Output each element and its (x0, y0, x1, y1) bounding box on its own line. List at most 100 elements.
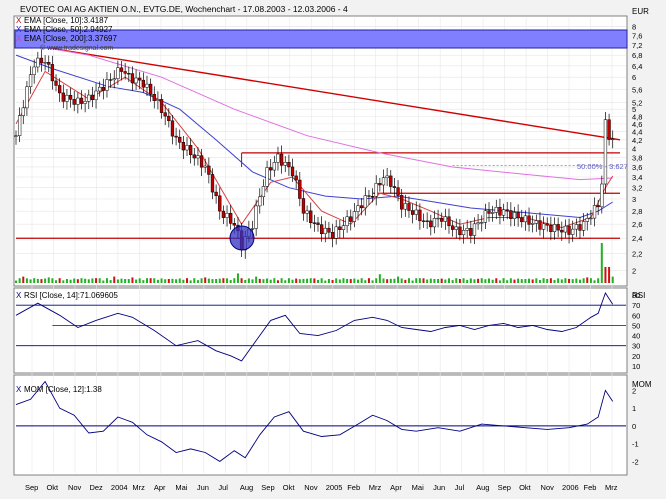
candle-body (72, 99, 76, 105)
candle-body (585, 218, 589, 222)
low-highlight-circle[interactable] (229, 225, 255, 251)
candle-body (363, 195, 367, 209)
candle-body (360, 205, 364, 209)
candle-body (43, 62, 47, 64)
fib-annotation: 50.00% - 3.627 (577, 162, 628, 171)
rsi-tick-label: 30 (632, 342, 640, 351)
volume-bar (506, 280, 509, 283)
volume-bar (102, 280, 105, 283)
volume-bar (353, 278, 356, 283)
volume-bar (255, 276, 258, 283)
price-tick-label: 4,4 (632, 128, 642, 137)
legend-ema200-marker[interactable]: X (16, 34, 22, 43)
mom-panel[interactable] (13, 374, 628, 476)
volume-bar (51, 278, 54, 283)
rsi-panel[interactable] (13, 287, 628, 374)
volume-bar (407, 278, 410, 283)
mom-marker[interactable]: X (16, 385, 22, 394)
volume-bar (378, 274, 381, 283)
time-tick-label: Dez (89, 483, 103, 492)
volume-bar (18, 278, 21, 283)
candle-body (378, 183, 382, 186)
candle-body (476, 222, 480, 225)
volume-bar (320, 278, 323, 283)
legend-ema50-marker[interactable]: X (16, 25, 22, 34)
rsi-tick-label: 50 (632, 321, 640, 330)
candle-body (323, 227, 327, 235)
volume-bar (120, 278, 123, 283)
candle-body (36, 57, 40, 68)
candle-body (83, 101, 87, 104)
legend-ema10-marker[interactable]: X (16, 16, 22, 25)
volume-bar (335, 278, 338, 283)
volume-bar (167, 279, 170, 283)
volume-bar (226, 278, 229, 283)
candle-body (491, 212, 495, 214)
candle-body (436, 217, 440, 220)
candle-body (465, 228, 469, 231)
volume-bar (247, 278, 250, 283)
volume-bar (473, 279, 476, 283)
rsi-legend[interactable]: RSI [Close, 14]:71.069605 (24, 291, 118, 300)
candle-body (301, 198, 306, 214)
candle-body (607, 119, 611, 140)
candle-body (545, 223, 549, 226)
candle-body (138, 77, 142, 81)
candle-body (327, 227, 331, 233)
candle-body (290, 166, 295, 177)
volume-bar (480, 278, 483, 283)
candle-body (108, 79, 113, 81)
candle-body (221, 210, 226, 218)
volume-bar (91, 278, 94, 283)
candle-body (127, 73, 131, 75)
volume-bar (87, 279, 90, 283)
legend-ema50[interactable]: EMA [Close, 50]:2.94927 (24, 25, 113, 34)
volume-bar (608, 267, 611, 283)
volume-bar (422, 278, 425, 283)
price-tick-label: 2 (632, 266, 636, 275)
volume-bar (513, 279, 516, 283)
price-tick-label: 3,2 (632, 184, 642, 193)
volume-bar (451, 280, 454, 283)
volume-bar (156, 279, 159, 283)
chart-canvas[interactable]: 22,22,42,62,833,23,43,63,844,24,44,64,85… (0, 0, 666, 499)
volume-bar (80, 278, 83, 283)
candle-body (552, 224, 557, 232)
volume-bar (236, 273, 239, 283)
volume-bar (258, 278, 261, 283)
volume-bar (360, 278, 363, 283)
volume-bar (33, 278, 36, 283)
price-tick-label: 3,8 (632, 153, 642, 162)
candle-body (232, 223, 236, 226)
candle-body (196, 155, 200, 159)
volume-bar (73, 278, 76, 283)
volume-bar (124, 278, 127, 283)
candle-body (50, 64, 55, 82)
price-tick-label: 3,4 (632, 173, 642, 182)
candle-body (531, 223, 535, 225)
time-tick-label: Jul (455, 483, 465, 492)
volume-bar (65, 279, 68, 283)
legend-ema10[interactable]: EMA [Close, 10]:3.4187 (24, 16, 109, 25)
mom-legend[interactable]: MOM [Close, 12]:1.38 (24, 385, 102, 394)
candle-body (254, 205, 258, 229)
rsi-tick-label: 10 (632, 362, 640, 371)
candle-body (214, 191, 218, 197)
candle-body (312, 222, 317, 224)
candle-body (207, 165, 211, 175)
volume-bar (568, 278, 571, 283)
volume-bar (153, 278, 156, 283)
candle-body (94, 90, 98, 101)
rsi-marker[interactable]: X (16, 291, 22, 300)
volume-bar (495, 278, 498, 283)
candle-body (443, 216, 447, 222)
candle-body (523, 215, 528, 223)
candle-body (574, 224, 578, 230)
volume-bar (549, 278, 552, 283)
volume-bar (382, 278, 385, 283)
legend-ema200[interactable]: EMA [Close, 200]:3.37697 (24, 34, 118, 43)
volume-bar (386, 279, 389, 283)
candle-body (17, 115, 22, 136)
volume-bar (25, 278, 28, 283)
volume-bar (280, 278, 283, 283)
